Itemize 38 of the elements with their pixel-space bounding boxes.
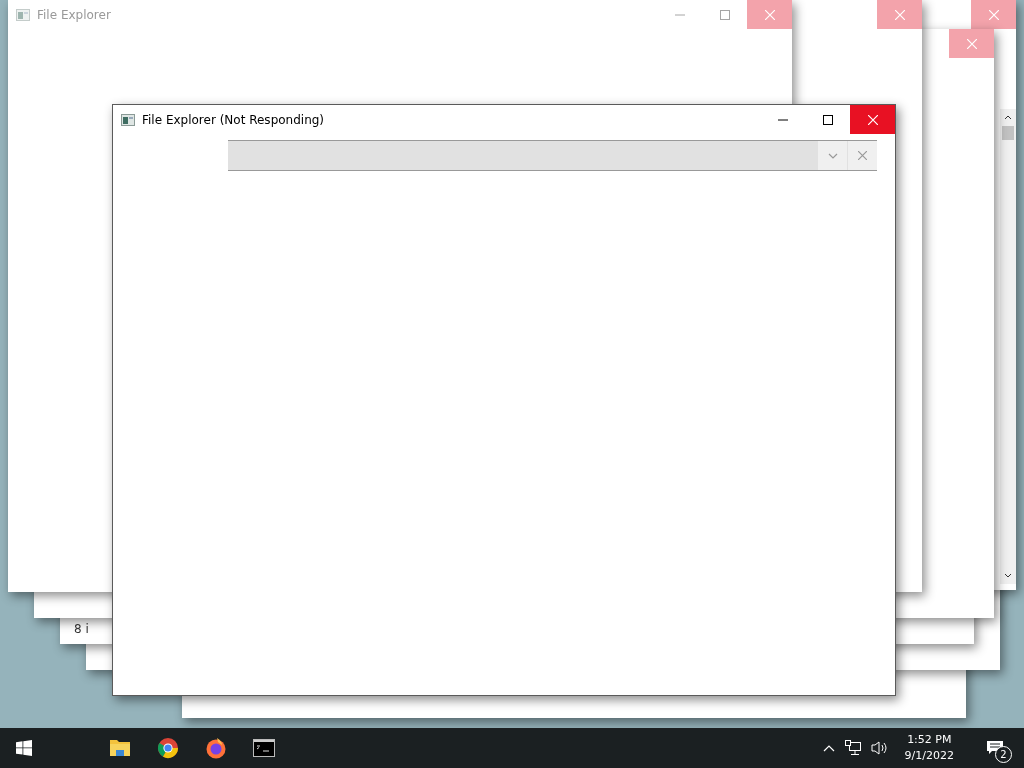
close-button[interactable] xyxy=(877,0,922,29)
terminal-icon xyxy=(253,737,275,759)
app-icon xyxy=(121,113,135,126)
close-icon xyxy=(988,9,999,20)
network-icon[interactable] xyxy=(844,740,861,756)
close-button[interactable] xyxy=(949,29,994,58)
close-icon xyxy=(966,38,977,49)
scrollbar[interactable] xyxy=(1000,109,1016,584)
close-icon xyxy=(858,151,867,160)
close-icon xyxy=(894,9,905,20)
clear-button[interactable] xyxy=(847,141,877,170)
clock[interactable]: 1:52 PM 9/1/2022 xyxy=(898,732,960,764)
dropdown-button[interactable] xyxy=(817,141,847,170)
window-title: File Explorer xyxy=(37,7,111,22)
scroll-down-icon[interactable] xyxy=(1004,573,1012,578)
windows-logo-icon xyxy=(16,740,32,756)
fox-globe-icon xyxy=(205,737,227,759)
browser-ball-icon xyxy=(157,737,179,759)
app-icon xyxy=(16,8,30,21)
close-button[interactable] xyxy=(971,0,1016,29)
scroll-up-icon[interactable] xyxy=(1004,115,1012,120)
clock-date: 9/1/2022 xyxy=(904,748,954,764)
maximize-icon xyxy=(719,9,730,20)
close-button[interactable] xyxy=(747,0,792,29)
address-bar[interactable] xyxy=(228,140,877,171)
speaker-icon[interactable] xyxy=(870,740,889,756)
notification-badge: 2 xyxy=(995,746,1012,763)
notifications-button[interactable]: 2 xyxy=(980,733,1010,763)
chevron-down-icon xyxy=(827,152,838,159)
close-icon xyxy=(867,114,878,125)
status-text: 8 i xyxy=(74,622,89,636)
folder-icon xyxy=(109,737,131,759)
clock-time: 1:52 PM xyxy=(907,732,952,748)
close-icon xyxy=(764,9,775,20)
maximize-icon xyxy=(822,114,833,125)
window-title: File Explorer (Not Responding) xyxy=(142,112,325,127)
chevron-up-icon[interactable] xyxy=(822,744,835,752)
scroll-thumb[interactable] xyxy=(1002,126,1014,140)
